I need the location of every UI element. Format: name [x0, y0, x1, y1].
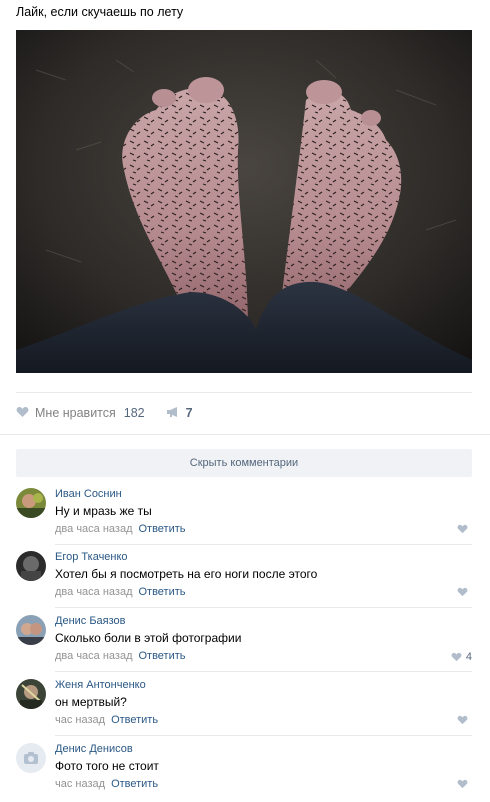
comment-text: Ну и мразь же ты: [55, 504, 152, 518]
comment-meta: час назад Ответить: [55, 714, 158, 726]
hide-comments-button[interactable]: Скрыть комментарии: [16, 449, 472, 477]
comment-item: Денис Баязов Сколько боли в этой фотогра…: [16, 615, 472, 679]
comment-meta: два часа назад Ответить: [55, 523, 186, 535]
comment-like-button[interactable]: [457, 715, 472, 725]
avatar[interactable]: [16, 615, 46, 645]
share-count: 7: [185, 406, 193, 420]
comment-meta: два часа назад Ответить: [55, 650, 186, 662]
comment-meta: час назад Ответить: [55, 778, 158, 790]
avatar[interactable]: [16, 551, 46, 581]
comment-meta: два часа назад Ответить: [55, 586, 186, 598]
avatar[interactable]: [16, 488, 46, 518]
avatar[interactable]: [16, 679, 46, 709]
reply-link[interactable]: Ответить: [138, 650, 185, 662]
heart-icon: [451, 652, 462, 662]
comment-item: Денис Денисов Фото того не стоит час наз…: [16, 743, 472, 802]
comment-text: Сколько боли в этой фотографии: [55, 631, 242, 645]
comment-text: Хотел бы я посмотреть на его ноги после …: [55, 567, 318, 581]
comment-text: он мертвый?: [55, 695, 127, 709]
comment-time[interactable]: час назад: [55, 778, 105, 790]
comment-text: Фото того не стоит: [55, 759, 159, 773]
comment-item: Женя Антонченко он мертвый? час назад Отв…: [16, 679, 472, 743]
avatar[interactable]: [16, 743, 46, 773]
comment-author[interactable]: Денис Денисов: [55, 743, 133, 755]
heart-icon: [457, 779, 468, 789]
reply-link[interactable]: Ответить: [138, 523, 185, 535]
heart-icon: [457, 524, 468, 534]
comment-item: Иван Соснин Ну и мразь же ты два часа на…: [16, 488, 472, 552]
comment-time[interactable]: два часа назад: [55, 650, 132, 662]
comment-divider: [55, 607, 472, 608]
megaphone-icon: [166, 406, 180, 421]
post-text: Лайк, если скучаешь по лету: [16, 5, 184, 19]
section-divider: [0, 434, 490, 435]
comment-time[interactable]: час назад: [55, 714, 105, 726]
comment-like-button[interactable]: 4: [451, 651, 472, 663]
comment-divider: [55, 671, 472, 672]
comment-item: Егор Ткаченко Хотел бы я посмотреть на е…: [16, 551, 472, 615]
post-actions: Мне нравится 182 7: [16, 403, 193, 423]
comment-author[interactable]: Денис Баязов: [55, 615, 126, 627]
comment-time[interactable]: два часа назад: [55, 523, 132, 535]
reply-link[interactable]: Ответить: [138, 586, 185, 598]
comment-like-button[interactable]: [457, 779, 472, 789]
comment-like-count: 4: [465, 651, 472, 663]
like-label: Мне нравится: [35, 406, 116, 420]
like-count: 182: [123, 406, 145, 420]
like-button[interactable]: Мне нравится 182: [16, 406, 145, 421]
comment-divider: [55, 735, 472, 736]
comment-like-button[interactable]: [457, 587, 472, 597]
share-button[interactable]: 7: [166, 406, 193, 421]
post-photo[interactable]: [16, 30, 472, 373]
photo-image: [16, 30, 472, 373]
comment-author[interactable]: Иван Соснин: [55, 488, 122, 500]
heart-icon: [457, 715, 468, 725]
comment-time[interactable]: два часа назад: [55, 586, 132, 598]
comment-author[interactable]: Егор Ткаченко: [55, 551, 128, 563]
comment-like-button[interactable]: [457, 524, 472, 534]
comment-author[interactable]: Женя Антонченко: [55, 679, 146, 691]
heart-icon: [457, 587, 468, 597]
post-divider: [16, 392, 472, 393]
heart-icon: [16, 406, 29, 421]
reply-link[interactable]: Ответить: [111, 714, 158, 726]
reply-link[interactable]: Ответить: [111, 778, 158, 790]
comment-divider: [55, 544, 472, 545]
